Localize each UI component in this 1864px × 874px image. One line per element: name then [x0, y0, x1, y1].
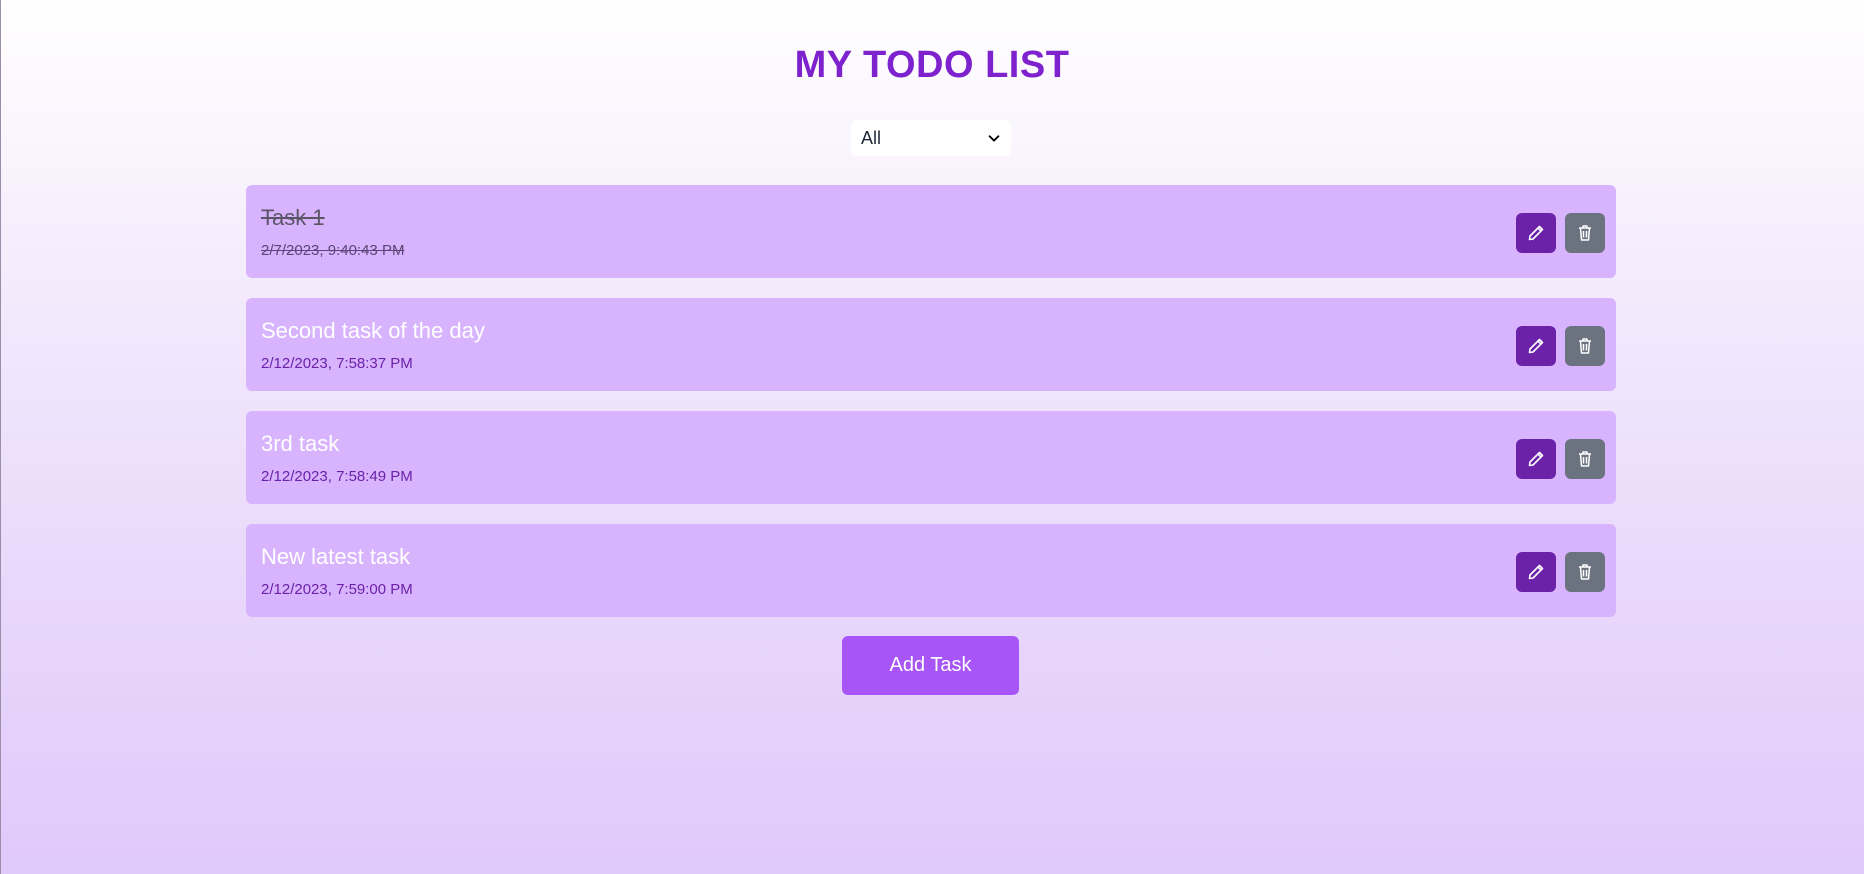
task-item[interactable]: New latest task 2/12/2023, 7:59:00 PM [246, 524, 1616, 617]
edit-task-button[interactable] [1516, 213, 1556, 253]
status-filter-select[interactable]: All [851, 120, 1011, 156]
edit-task-button[interactable] [1516, 326, 1556, 366]
task-item[interactable]: Second task of the day 2/12/2023, 7:58:3… [246, 298, 1616, 391]
task-timestamp: 2/7/2023, 9:40:43 PM [261, 242, 405, 259]
pencil-icon [1528, 451, 1544, 467]
task-item[interactable]: Task 1 2/7/2023, 9:40:43 PM [246, 185, 1616, 278]
filter-selected-value: All [861, 127, 882, 148]
task-timestamp: 2/12/2023, 7:58:49 PM [261, 468, 413, 485]
delete-task-button[interactable] [1565, 439, 1605, 479]
task-list: Task 1 2/7/2023, 9:40:43 PM Second task … [246, 185, 1616, 637]
task-timestamp: 2/12/2023, 7:58:37 PM [261, 355, 413, 372]
page-title: MY TODO LIST [794, 44, 1070, 86]
delete-task-button[interactable] [1565, 213, 1605, 253]
add-task-button[interactable]: Add Task [842, 636, 1019, 695]
delete-task-button[interactable] [1565, 326, 1605, 366]
task-title: 3rd task [261, 431, 340, 456]
task-title: Second task of the day [261, 318, 485, 343]
trash-icon [1579, 451, 1591, 467]
trash-icon [1579, 225, 1591, 241]
task-timestamp: 2/12/2023, 7:59:00 PM [261, 581, 413, 598]
task-title: New latest task [261, 544, 411, 569]
delete-task-button[interactable] [1565, 552, 1605, 592]
task-item[interactable]: 3rd task 2/12/2023, 7:58:49 PM [246, 411, 1616, 504]
trash-icon [1579, 338, 1591, 354]
task-title: Task 1 [261, 205, 325, 230]
pencil-icon [1528, 338, 1544, 354]
pencil-icon [1528, 564, 1544, 580]
chevron-down-icon [988, 135, 1000, 142]
pencil-icon [1528, 225, 1544, 241]
trash-icon [1579, 564, 1591, 580]
edit-task-button[interactable] [1516, 439, 1556, 479]
edit-task-button[interactable] [1516, 552, 1556, 592]
